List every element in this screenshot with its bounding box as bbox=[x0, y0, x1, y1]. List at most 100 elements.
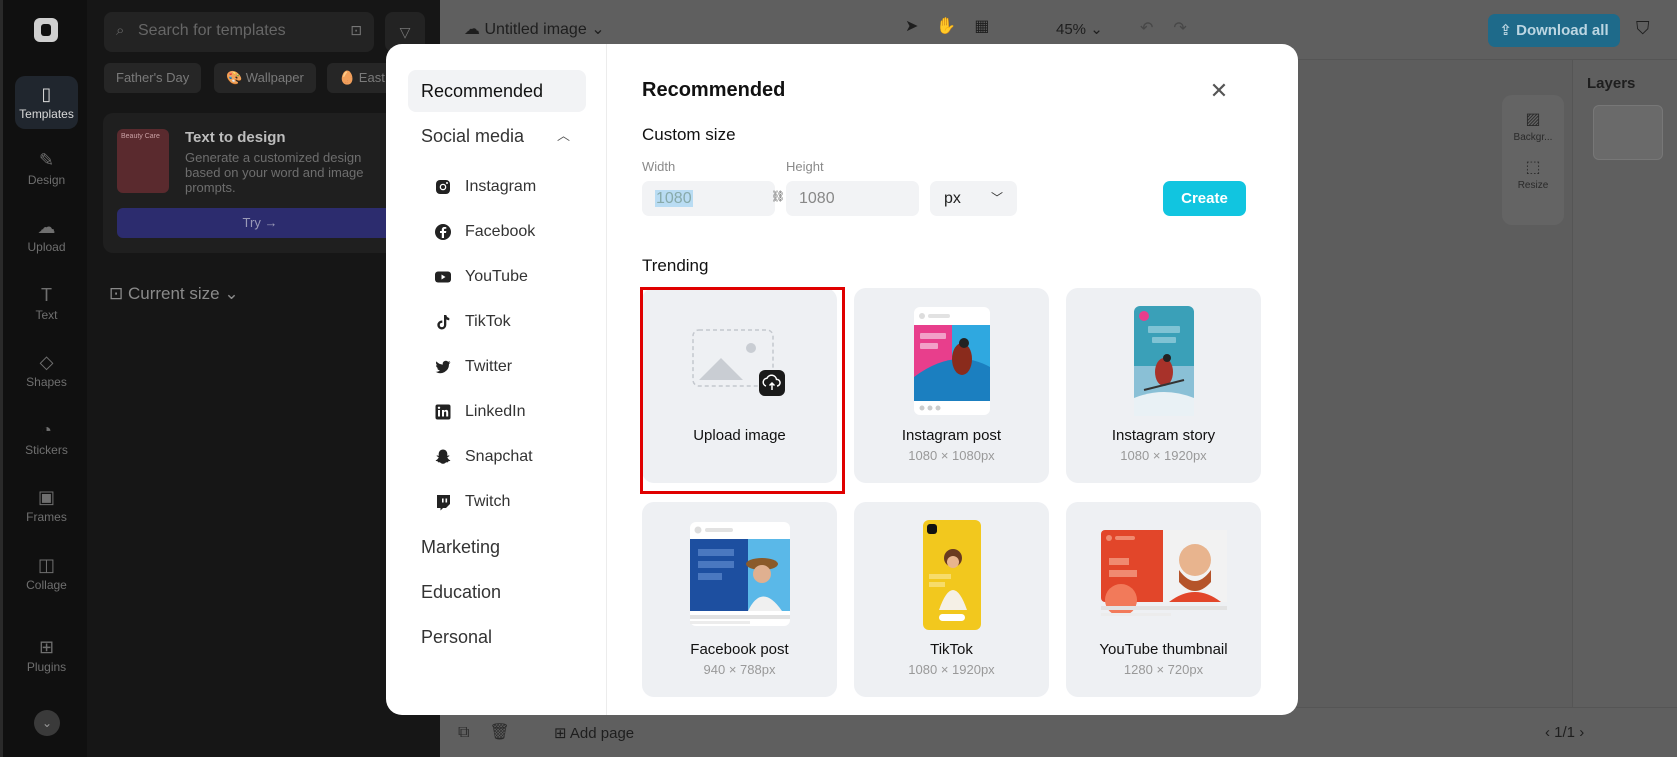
nav-twitter[interactable]: Twitter bbox=[434, 352, 512, 382]
unit-select[interactable]: px ﹀ bbox=[930, 181, 1017, 216]
rail-label: Templates bbox=[19, 107, 74, 121]
download-icon: ⇪ bbox=[1499, 22, 1517, 39]
template-search-input[interactable]: ⌕ Search for templates ⊡ bbox=[104, 12, 374, 52]
download-all-button[interactable]: ⇪ Download all bbox=[1488, 14, 1620, 47]
rail-frames[interactable]: ▣ Frames bbox=[3, 487, 90, 524]
tiktok-card[interactable]: TikTok 1080 × 1920px bbox=[854, 502, 1049, 697]
nav-linkedin[interactable]: LinkedIn bbox=[434, 397, 526, 427]
filter-icon: ▽ bbox=[399, 24, 411, 40]
plugins-icon: ⊞ bbox=[38, 637, 55, 657]
nav-social-media[interactable]: Social media ︿ bbox=[408, 115, 586, 157]
twitter-icon bbox=[435, 360, 451, 374]
redo-icon[interactable]: ↷ bbox=[1173, 20, 1206, 37]
history-controls: ↶↷ bbox=[1140, 18, 1207, 38]
prev-page-icon[interactable]: ‹ bbox=[1545, 724, 1554, 741]
tiktok-icon bbox=[437, 315, 450, 330]
create-button[interactable]: Create bbox=[1163, 181, 1246, 216]
instagram-story-card[interactable]: Instagram story 1080 × 1920px bbox=[1066, 288, 1261, 483]
add-page-button[interactable]: ⊞ Add page bbox=[554, 724, 634, 742]
nav-recommended[interactable]: Recommended bbox=[408, 70, 586, 112]
rail-design[interactable]: ✎ Design bbox=[3, 150, 90, 187]
nav-youtube[interactable]: YouTube bbox=[434, 262, 528, 292]
modal-title: Recommended bbox=[642, 79, 786, 101]
unit-value: px bbox=[944, 190, 961, 207]
height-label: Height bbox=[786, 159, 824, 174]
chip-fathers-day[interactable]: Father's Day bbox=[104, 63, 202, 93]
account-avatar[interactable]: ⌄ bbox=[34, 710, 60, 736]
rail-plugins[interactable]: ⊞ Plugins bbox=[3, 637, 90, 674]
delete-page-icon[interactable]: 🗑 bbox=[489, 724, 529, 741]
try-button[interactable]: Try → bbox=[117, 208, 403, 238]
text-to-design-title: Text to design bbox=[185, 129, 286, 146]
rail-collage[interactable]: ◫ Collage bbox=[3, 555, 90, 592]
rail-templates[interactable]: ▯ Templates bbox=[15, 76, 78, 129]
layers-title: Layers bbox=[1587, 75, 1636, 92]
next-page-icon[interactable]: › bbox=[1579, 724, 1584, 741]
width-input[interactable]: 1080 bbox=[642, 181, 775, 216]
nav-marketing[interactable]: Marketing bbox=[408, 526, 586, 568]
background-icon: ▨ bbox=[1525, 111, 1541, 128]
youtube-thumbnail-card[interactable]: YouTube thumbnail 1280 × 720px bbox=[1066, 502, 1261, 697]
background-tool[interactable]: ▨ Backgr... bbox=[1502, 109, 1564, 143]
height-value: 1080 bbox=[799, 190, 835, 207]
add-page-label: Add page bbox=[569, 725, 635, 742]
link-icon[interactable]: ⛓ bbox=[771, 190, 785, 203]
nav-twitch[interactable]: Twitch bbox=[434, 487, 510, 517]
current-size-dropdown[interactable]: ⊡ Current size ⌄ bbox=[109, 284, 239, 304]
card-name: TikTok bbox=[930, 641, 973, 658]
resize-icon: ⬚ bbox=[1525, 159, 1541, 176]
image-search-icon[interactable]: ⊡ bbox=[350, 22, 362, 39]
chevron-down-icon: ﹀ bbox=[990, 191, 1003, 205]
layout-icon[interactable]: ▦ bbox=[974, 18, 1007, 35]
card-size: 1080 × 1920px bbox=[1120, 448, 1207, 463]
rail-upload[interactable]: ☁ Upload bbox=[3, 217, 90, 254]
facebook-post-card[interactable]: Facebook post 940 × 788px bbox=[642, 502, 837, 697]
resize-tool[interactable]: ⬚ Resize bbox=[1502, 157, 1564, 191]
zoom-value: 45% bbox=[1056, 21, 1087, 38]
instagram-post-card[interactable]: Instagram post 1080 × 1080px bbox=[854, 288, 1049, 483]
nav-snapchat[interactable]: Snapchat bbox=[434, 442, 533, 472]
custom-size-heading: Custom size bbox=[642, 125, 736, 144]
social-media-label: Social media bbox=[421, 126, 525, 146]
duplicate-page-icon[interactable]: ⧉ bbox=[458, 724, 489, 741]
layer-thumbnail[interactable] bbox=[1593, 105, 1663, 160]
card-name: Instagram post bbox=[901, 427, 1002, 444]
add-page-icon: ⊞ bbox=[554, 725, 570, 742]
zoom-dropdown[interactable]: 45% ⌄ bbox=[1056, 20, 1103, 38]
rail-stickers[interactable]: ◔ Stickers bbox=[3, 420, 90, 457]
undo-icon[interactable]: ↶ bbox=[1140, 20, 1173, 37]
snapchat-icon bbox=[435, 449, 451, 464]
rail-shapes[interactable]: ◇ Shapes bbox=[3, 352, 90, 389]
facebook-icon bbox=[435, 224, 451, 240]
card-name: Instagram story bbox=[1111, 427, 1216, 444]
nav-personal[interactable]: Personal bbox=[408, 616, 586, 658]
search-icon: ⌕ bbox=[116, 22, 125, 39]
pointer-icon[interactable]: ➤ bbox=[905, 18, 936, 35]
text-to-design-card: Beauty Care Text to design Generate a cu… bbox=[103, 113, 403, 253]
nav-tiktok[interactable]: TikTok bbox=[434, 307, 511, 337]
shapes-icon: ◇ bbox=[39, 352, 54, 372]
close-icon[interactable]: ✕ bbox=[1209, 80, 1229, 102]
height-input[interactable]: 1080 bbox=[786, 181, 919, 216]
text-to-design-thumbnail: Beauty Care bbox=[117, 129, 169, 193]
upload-icon: ☁ bbox=[37, 217, 56, 237]
nav-instagram[interactable]: Instagram bbox=[434, 172, 536, 202]
nav-education[interactable]: Education bbox=[408, 571, 586, 613]
shield-icon[interactable]: ⛉ bbox=[1636, 18, 1650, 39]
background-label: Backgr... bbox=[1513, 132, 1553, 143]
page-actions: ⧉🗑 bbox=[458, 722, 530, 742]
rail-text[interactable]: T Text bbox=[3, 285, 90, 322]
rail-label: Design bbox=[27, 173, 66, 187]
rail-label: Plugins bbox=[26, 660, 67, 674]
document-title[interactable]: ☁ Untitled image ⌄ bbox=[464, 19, 605, 39]
hand-icon[interactable]: ✋ bbox=[936, 18, 974, 35]
chip-wallpaper[interactable]: 🎨 Wallpaper bbox=[214, 63, 316, 93]
rail-label: Text bbox=[35, 308, 58, 322]
page-counter: ‹ 1/1 › bbox=[1545, 724, 1584, 741]
instagram-post-preview bbox=[914, 307, 990, 415]
nav-facebook[interactable]: Facebook bbox=[434, 217, 535, 247]
resize-label: Resize bbox=[1517, 180, 1549, 191]
stickers-icon: ◔ bbox=[41, 420, 52, 440]
canvas-tools[interactable]: ➤✋▦ bbox=[905, 16, 1007, 36]
card-size: 1080 × 1080px bbox=[908, 448, 995, 463]
